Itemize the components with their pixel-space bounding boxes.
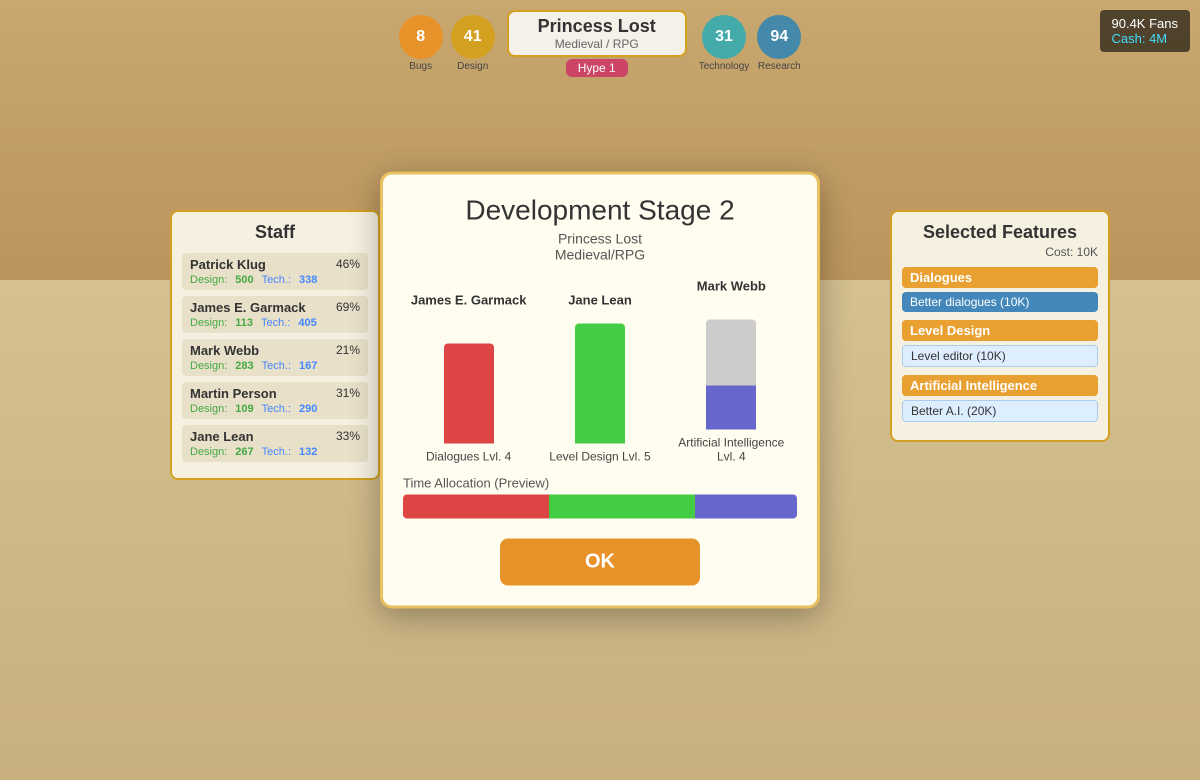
- staff-percent: 33%: [336, 429, 360, 443]
- research-val: 94: [770, 28, 788, 46]
- dev-char-bar-jane: [575, 323, 625, 443]
- feature-item-level-editor[interactable]: Level editor (10K): [902, 345, 1098, 367]
- story-label: Design: [457, 61, 488, 72]
- dev-characters: James E. Garmack Dialogues Lvl. 4 Jane L…: [403, 278, 797, 463]
- dev-char-label-mark: Artificial IntelligenceLvl. 4: [666, 435, 797, 463]
- game-title-hud: Princess Lost Medieval / RPG: [507, 10, 687, 57]
- time-alloc-section: Time Allocation (Preview): [403, 475, 797, 518]
- staff-name: Jane Lean: [190, 429, 360, 444]
- dev-char-bar-james: [444, 343, 494, 443]
- staff-tech-val: 338: [299, 274, 317, 286]
- feature-category-level-design[interactable]: Level Design: [902, 320, 1098, 341]
- staff-percent: 46%: [336, 257, 360, 271]
- features-cost: Cost: 10K: [902, 245, 1098, 259]
- staff-design-label: Design:: [190, 403, 227, 415]
- staff-tech-val: 167: [299, 360, 317, 372]
- staff-name: Martin Person: [190, 386, 360, 401]
- research-label: Research: [758, 61, 801, 72]
- features-panel: Selected Features Cost: 10K Dialogues Be…: [890, 210, 1110, 442]
- dev-char-bar-container-james: [403, 313, 534, 443]
- staff-name: Mark Webb: [190, 343, 360, 358]
- dev-char-label-jane: Level Design Lvl. 5: [534, 449, 665, 463]
- game-title: Princess Lost: [529, 16, 665, 37]
- time-alloc-label: Time Allocation (Preview): [403, 475, 797, 490]
- feature-item-better-dialogues[interactable]: Better dialogues (10K): [902, 292, 1098, 312]
- story-val: 41: [464, 28, 482, 46]
- time-alloc-green-segment: [549, 494, 695, 518]
- fans-count: 90.4K Fans: [1112, 16, 1179, 31]
- staff-item[interactable]: 69% James E. Garmack Design: 113 Tech.: …: [182, 296, 368, 333]
- feature-category-ai[interactable]: Artificial Intelligence: [902, 375, 1098, 396]
- staff-percent: 31%: [336, 386, 360, 400]
- dev-char-mark: Mark Webb Artificial IntelligenceLvl. 4: [666, 278, 797, 463]
- staff-tech-val: 290: [299, 403, 317, 415]
- staff-tech-label: Tech.:: [262, 403, 291, 415]
- bugs-badge: 8: [399, 15, 443, 59]
- dev-dialog-title: Development Stage 2: [403, 194, 797, 226]
- staff-item[interactable]: 31% Martin Person Design: 109 Tech.: 290: [182, 382, 368, 419]
- top-right-stats: 90.4K Fans Cash: 4M: [1100, 10, 1191, 52]
- dev-char-name-jane: Jane Lean: [534, 292, 665, 307]
- staff-percent: 69%: [336, 300, 360, 314]
- staff-design-val: 500: [235, 274, 253, 286]
- staff-name: James E. Garmack: [190, 300, 360, 315]
- bugs-label: Bugs: [409, 61, 432, 72]
- dev-dialog-subtitle-1: Princess Lost Medieval/RPG: [403, 230, 797, 262]
- staff-design-val: 113: [235, 317, 253, 329]
- staff-design-label: Design:: [190, 274, 227, 286]
- staff-item[interactable]: 21% Mark Webb Design: 283 Tech.: 167: [182, 339, 368, 376]
- dev-char-james: James E. Garmack Dialogues Lvl. 4: [403, 292, 534, 463]
- staff-tech-label: Tech.:: [261, 317, 290, 329]
- cash-display: Cash: 4M: [1112, 31, 1179, 46]
- staff-name: Patrick Klug: [190, 257, 360, 272]
- hype-badge: Hype 1: [566, 59, 628, 77]
- feature-category-dialogues[interactable]: Dialogues: [902, 267, 1098, 288]
- staff-design-val: 267: [235, 446, 253, 458]
- time-alloc-red-segment: [403, 494, 549, 518]
- dev-char-bar-mark: [706, 319, 756, 429]
- staff-tech-label: Tech.:: [262, 360, 291, 372]
- staff-tech-val: 132: [299, 446, 317, 458]
- bugs-count: 8: [416, 28, 425, 46]
- staff-design-label: Design:: [190, 446, 227, 458]
- ok-button[interactable]: OK: [500, 538, 700, 585]
- tech-val: 31: [715, 28, 733, 46]
- dev-char-name-mark: Mark Webb: [666, 278, 797, 293]
- staff-panel-title: Staff: [182, 222, 368, 243]
- staff-percent: 21%: [336, 343, 360, 357]
- dev-char-label-james: Dialogues Lvl. 4: [403, 449, 534, 463]
- dev-char-bar-container-mark: [666, 299, 797, 429]
- time-alloc-blue-segment: [695, 494, 797, 518]
- feature-item-better-ai[interactable]: Better A.I. (20K): [902, 400, 1098, 422]
- staff-design-val: 283: [235, 360, 253, 372]
- staff-design-label: Design:: [190, 317, 227, 329]
- tech-badge: 31: [702, 15, 746, 59]
- time-alloc-bar: [403, 494, 797, 518]
- dev-char-jane: Jane Lean Level Design Lvl. 5: [534, 292, 665, 463]
- staff-tech-label: Tech.:: [262, 274, 291, 286]
- staff-item[interactable]: 33% Jane Lean Design: 267 Tech.: 132: [182, 425, 368, 462]
- tech-label: Technology: [699, 61, 750, 72]
- story-badge: 41: [451, 15, 495, 59]
- top-hud: 8 Bugs 41 Design Princess Lost Medieval …: [0, 10, 1200, 77]
- staff-design-val: 109: [235, 403, 253, 415]
- staff-tech-label: Tech.:: [262, 446, 291, 458]
- research-badge: 94: [757, 15, 801, 59]
- staff-item[interactable]: 46% Patrick Klug Design: 500 Tech.: 338: [182, 253, 368, 290]
- features-title: Selected Features: [902, 222, 1098, 243]
- dev-char-bar-container-jane: [534, 313, 665, 443]
- game-genre: Medieval / RPG: [529, 37, 665, 51]
- staff-tech-val: 405: [298, 317, 316, 329]
- dev-char-name-james: James E. Garmack: [403, 292, 534, 307]
- staff-design-label: Design:: [190, 360, 227, 372]
- staff-panel: Staff 46% Patrick Klug Design: 500 Tech.…: [170, 210, 380, 480]
- dev-dialog: Development Stage 2 Princess Lost Mediev…: [380, 171, 820, 608]
